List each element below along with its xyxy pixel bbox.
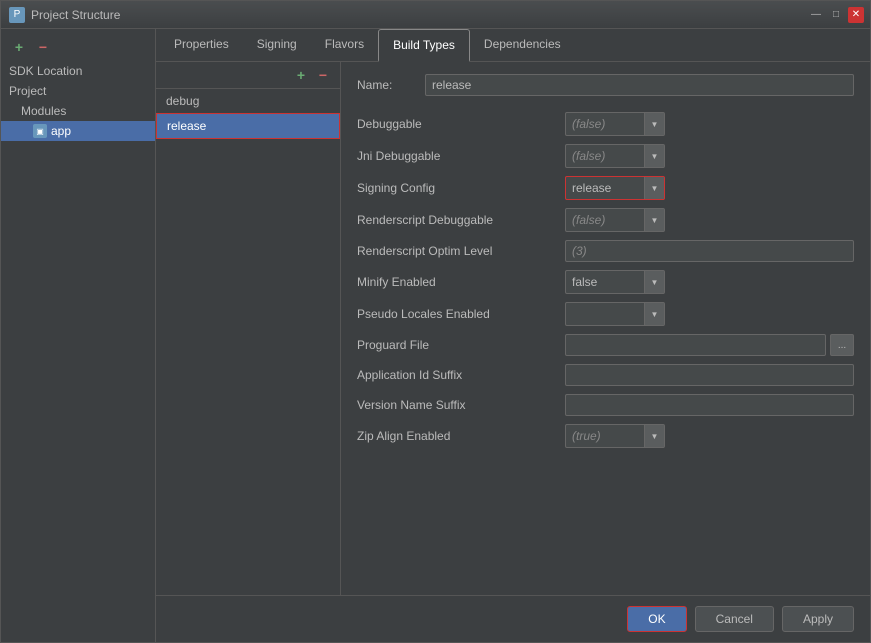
version-name-suffix-label: Version Name Suffix	[357, 395, 557, 415]
sidebar-item-project[interactable]: Project	[1, 81, 155, 101]
app-icon: P	[9, 7, 25, 23]
jni-debuggable-label: Jni Debuggable	[357, 146, 557, 166]
name-field[interactable]	[425, 74, 854, 96]
minify-value: false ▼	[565, 270, 854, 294]
sidebar: + − SDK Location Project Modules ▣ app	[1, 29, 156, 642]
build-list-remove-button[interactable]: −	[314, 66, 332, 84]
renderscript-debuggable-dropdown[interactable]: (false) ▼	[565, 208, 665, 232]
name-label: Name:	[357, 78, 417, 92]
version-name-suffix-value	[565, 394, 854, 416]
jni-debuggable-value: (false) ▼	[565, 144, 854, 168]
close-button[interactable]: ✕	[848, 7, 864, 23]
build-types-list: + − debug release	[156, 62, 341, 595]
signing-config-dropdown[interactable]: release ▼	[565, 176, 665, 200]
renderscript-debuggable-arrow[interactable]: ▼	[644, 209, 664, 231]
renderscript-debuggable-text: (false)	[566, 210, 644, 230]
pseudo-locales-dropdown[interactable]: ▼	[565, 302, 665, 326]
build-list-items: debug release	[156, 89, 340, 595]
build-list-toolbar: + −	[156, 62, 340, 89]
sidebar-item-sdk-location[interactable]: SDK Location	[1, 61, 155, 81]
name-row: Name:	[357, 74, 854, 96]
apply-button[interactable]: Apply	[782, 606, 854, 632]
sidebar-item-modules[interactable]: Modules	[1, 101, 155, 121]
zip-align-arrow[interactable]: ▼	[644, 425, 664, 447]
tab-flavors[interactable]: Flavors	[311, 29, 378, 62]
minify-arrow[interactable]: ▼	[644, 271, 664, 293]
minify-dropdown[interactable]: false ▼	[565, 270, 665, 294]
zip-align-value: (true) ▼	[565, 424, 854, 448]
minify-label: Minify Enabled	[357, 272, 557, 292]
renderscript-debuggable-value: (false) ▼	[565, 208, 854, 232]
proguard-file-field[interactable]	[565, 334, 826, 356]
properties-panel: Name: Debuggable (false) ▼	[341, 62, 870, 595]
maximize-button[interactable]: □	[828, 7, 844, 23]
window-title: Project Structure	[31, 8, 120, 22]
app-item-row: ▣ app	[33, 124, 147, 138]
build-item-debug[interactable]: debug	[156, 89, 340, 113]
sidebar-tree: SDK Location Project Modules ▣ app	[1, 61, 155, 141]
minimize-button[interactable]: —	[808, 7, 824, 23]
signing-config-value: release ▼	[565, 176, 854, 200]
renderscript-optim-field[interactable]	[565, 240, 854, 262]
window-controls: — □ ✕	[808, 7, 864, 23]
app-id-suffix-label: Application Id Suffix	[357, 365, 557, 385]
properties-grid: Debuggable (false) ▼ Jni Debuggable (fal…	[357, 112, 854, 448]
sidebar-remove-button[interactable]: −	[33, 37, 53, 57]
sidebar-toolbar: + −	[1, 33, 155, 61]
tabs-bar: Properties Signing Flavors Build Types D…	[156, 29, 870, 62]
ok-button[interactable]: OK	[627, 606, 686, 632]
zip-align-label: Zip Align Enabled	[357, 426, 557, 446]
zip-align-text: (true)	[566, 426, 644, 446]
project-structure-window: P Project Structure — □ ✕ + − SDK Locati…	[0, 0, 871, 643]
footer: OK Cancel Apply	[156, 595, 870, 642]
debuggable-dropdown[interactable]: (false) ▼	[565, 112, 665, 136]
debuggable-text: (false)	[566, 114, 644, 134]
renderscript-optim-label: Renderscript Optim Level	[357, 241, 557, 261]
app-id-suffix-field[interactable]	[565, 364, 854, 386]
module-icon: ▣	[33, 124, 47, 138]
app-id-suffix-value	[565, 364, 854, 386]
sidebar-item-app[interactable]: ▣ app	[1, 121, 155, 141]
pseudo-locales-arrow[interactable]: ▼	[644, 303, 664, 325]
renderscript-optim-value	[565, 240, 854, 262]
proguard-file-label: Proguard File	[357, 335, 557, 355]
build-item-release[interactable]: release	[156, 113, 340, 139]
zip-align-dropdown[interactable]: (true) ▼	[565, 424, 665, 448]
proguard-file-value: ...	[565, 334, 854, 356]
pseudo-locales-label: Pseudo Locales Enabled	[357, 304, 557, 324]
jni-debuggable-dropdown[interactable]: (false) ▼	[565, 144, 665, 168]
signing-config-arrow[interactable]: ▼	[644, 177, 664, 199]
tab-properties[interactable]: Properties	[160, 29, 243, 62]
main-content: + − SDK Location Project Modules ▣ app	[1, 29, 870, 642]
jni-debuggable-text: (false)	[566, 146, 644, 166]
title-bar: P Project Structure — □ ✕	[1, 1, 870, 29]
minify-text: false	[566, 272, 644, 292]
tab-signing[interactable]: Signing	[243, 29, 311, 62]
cancel-button[interactable]: Cancel	[695, 606, 774, 632]
tab-dependencies[interactable]: Dependencies	[470, 29, 575, 62]
signing-config-text: release	[566, 178, 644, 198]
sidebar-add-button[interactable]: +	[9, 37, 29, 57]
proguard-browse-button[interactable]: ...	[830, 334, 854, 356]
renderscript-debuggable-label: Renderscript Debuggable	[357, 210, 557, 230]
debuggable-value: (false) ▼	[565, 112, 854, 136]
build-list-add-button[interactable]: +	[292, 66, 310, 84]
debuggable-label: Debuggable	[357, 114, 557, 134]
version-name-suffix-field[interactable]	[565, 394, 854, 416]
tab-build-types[interactable]: Build Types	[378, 29, 470, 62]
pseudo-locales-value: ▼	[565, 302, 854, 326]
pseudo-locales-text	[566, 311, 644, 317]
signing-config-label: Signing Config	[357, 178, 557, 198]
right-panel: Properties Signing Flavors Build Types D…	[156, 29, 870, 642]
debuggable-arrow[interactable]: ▼	[644, 113, 664, 135]
build-types-panel: + − debug release	[156, 62, 870, 595]
proguard-file-row: ...	[565, 334, 854, 356]
jni-debuggable-arrow[interactable]: ▼	[644, 145, 664, 167]
